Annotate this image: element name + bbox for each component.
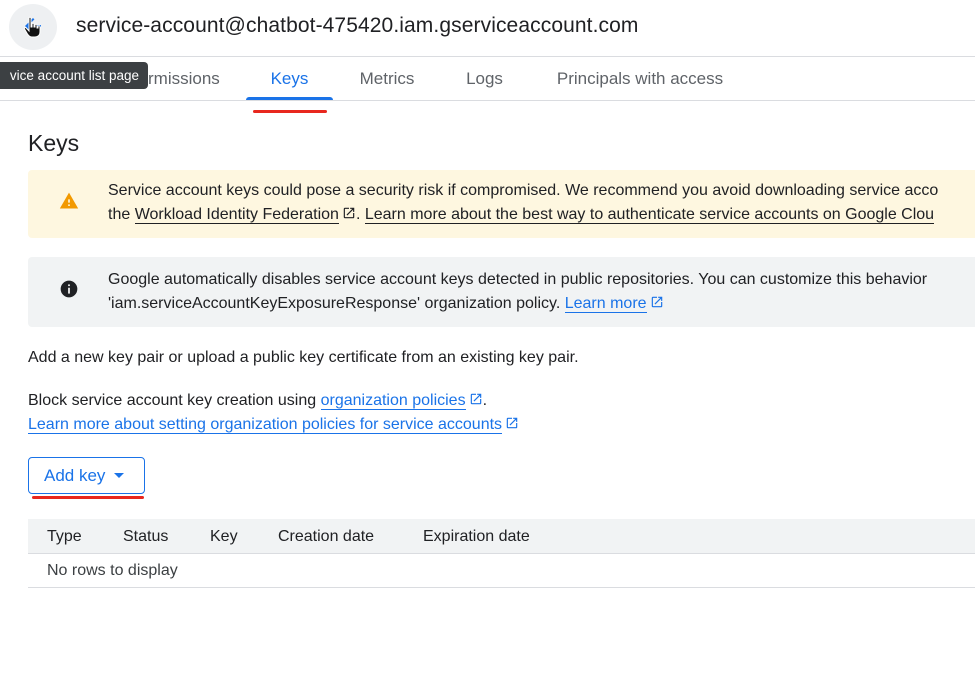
organization-policies-link[interactable]: organization policies bbox=[320, 392, 466, 410]
section-title: Keys bbox=[28, 130, 80, 156]
learn-more-policies-link[interactable]: Learn more about setting organization po… bbox=[28, 416, 503, 434]
column-header-creation-date[interactable]: Creation date bbox=[278, 519, 374, 554]
add-key-label: Add key bbox=[44, 465, 106, 485]
keys-table: Type Status Key Creation date Expiration… bbox=[28, 519, 975, 588]
workload-identity-federation-link[interactable]: Workload Identity Federation bbox=[134, 206, 339, 224]
warning-line-2-middle: . bbox=[355, 206, 365, 223]
back-button[interactable] bbox=[9, 4, 57, 50]
info-learn-more-link[interactable]: Learn more bbox=[564, 295, 647, 313]
column-header-status[interactable]: Status bbox=[123, 519, 168, 554]
warning-icon bbox=[59, 192, 79, 209]
back-tooltip: vice account list page bbox=[0, 62, 148, 89]
column-header-expiration-date[interactable]: Expiration date bbox=[423, 519, 530, 554]
info-line-2: 'iam.serviceAccountKeyExposureResponse' … bbox=[108, 292, 975, 316]
column-header-key[interactable]: Key bbox=[210, 519, 238, 554]
info-icon bbox=[60, 280, 78, 298]
external-link-icon bbox=[343, 207, 355, 219]
warning-text: Service account keys could pose a securi… bbox=[108, 179, 975, 227]
warning-line-2-prefix: the bbox=[108, 206, 135, 223]
block-text-prefix: Block service account key creation using bbox=[28, 392, 321, 409]
annotation-underline-add-key bbox=[32, 496, 144, 499]
tab-permissions[interactable]: rmissions bbox=[148, 57, 236, 100]
block-key-creation-text: Block service account key creation using… bbox=[28, 389, 487, 413]
block-text-suffix: . bbox=[482, 392, 488, 409]
hand-cursor-icon bbox=[23, 16, 41, 38]
active-tab-indicator bbox=[246, 97, 333, 100]
external-link-icon bbox=[651, 296, 662, 308]
info-text: Google automatically disables service ac… bbox=[108, 268, 975, 316]
key-exposure-info-banner: Google automatically disables service ac… bbox=[28, 257, 975, 327]
dropdown-caret-icon bbox=[114, 473, 125, 478]
info-line-1: Google automatically disables service ac… bbox=[108, 271, 928, 288]
empty-table-message: No rows to display bbox=[47, 562, 178, 579]
table-empty-row: No rows to display bbox=[28, 554, 975, 588]
tab-logs[interactable]: Logs bbox=[450, 57, 519, 100]
annotation-underline-keys bbox=[253, 110, 327, 113]
info-line-2-prefix: 'iam.serviceAccountKeyExposureResponse' … bbox=[108, 295, 565, 312]
external-link-icon bbox=[470, 393, 481, 405]
external-link-icon bbox=[506, 417, 518, 429]
table-header: Type Status Key Creation date Expiration… bbox=[28, 519, 975, 554]
page-title: service-account@chatbot-475420.iam.gserv… bbox=[76, 14, 639, 37]
tab-principals-with-access[interactable]: Principals with access bbox=[540, 57, 740, 100]
add-key-description: Add a new key pair or upload a public ke… bbox=[28, 349, 579, 366]
column-header-type[interactable]: Type bbox=[47, 519, 82, 554]
warning-line-2: the Workload Identity Federation. Learn … bbox=[108, 203, 975, 227]
learn-more-policies-row: Learn more about setting organization po… bbox=[28, 413, 519, 437]
tab-keys[interactable]: Keys bbox=[246, 57, 333, 100]
warning-line-1: Service account keys could pose a securi… bbox=[108, 182, 939, 199]
page-header: service-account@chatbot-475420.iam.gserv… bbox=[0, 0, 975, 57]
security-warning-banner: Service account keys could pose a securi… bbox=[28, 170, 975, 238]
authenticate-service-accounts-link[interactable]: Learn more about the best way to authent… bbox=[364, 206, 935, 224]
add-key-button[interactable]: Add key bbox=[28, 457, 145, 494]
tab-metrics[interactable]: Metrics bbox=[343, 57, 431, 100]
